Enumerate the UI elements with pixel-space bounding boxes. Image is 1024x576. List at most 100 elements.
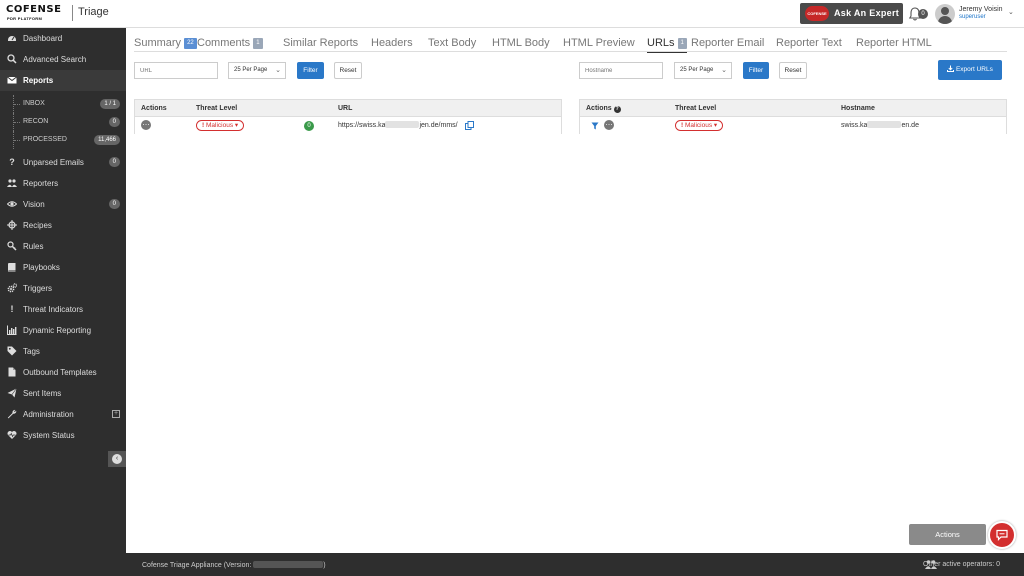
- ellipsis-icon[interactable]: …: [604, 119, 614, 130]
- ellipsis-icon[interactable]: …: [141, 119, 151, 130]
- sidebar-item-label: Recipes: [23, 221, 52, 230]
- tree-connector: [13, 131, 20, 149]
- table-header: Actions Threat Level URL: [135, 100, 561, 117]
- sidebar-item-recipes[interactable]: Recipes: [0, 215, 126, 236]
- redacted-text: [253, 561, 324, 568]
- tab-headers[interactable]: Headers: [371, 37, 413, 49]
- sidebar-item-rules[interactable]: Rules: [0, 236, 126, 257]
- tab-count: 1: [253, 38, 263, 49]
- sidebar-collapse-button[interactable]: ‹: [108, 451, 126, 467]
- hostname-filter-button[interactable]: Filter: [743, 62, 769, 79]
- tab-html-body[interactable]: HTML Body: [492, 37, 550, 49]
- export-label: Export URLs: [955, 66, 993, 73]
- book-icon: [7, 262, 17, 272]
- url-filter-button[interactable]: Filter: [297, 62, 324, 79]
- help-icon[interactable]: ?: [613, 106, 621, 113]
- help-chat-button[interactable]: [988, 521, 1016, 549]
- url-cell[interactable]: https://swiss.ka jen.de/mms/: [338, 121, 458, 129]
- host-end: en.de: [901, 122, 919, 129]
- export-urls-button[interactable]: Export URLs: [938, 60, 1002, 80]
- subitem-count: 0: [108, 117, 120, 127]
- sidebar-subitem-inbox[interactable]: INBOX 1 / 1: [0, 95, 126, 113]
- url-filter-input[interactable]: [134, 62, 218, 79]
- column-header-url[interactable]: URL: [338, 105, 352, 112]
- column-header-hostname[interactable]: Hostname: [841, 105, 875, 112]
- tab-similar-reports[interactable]: Similar Reports: [283, 37, 358, 49]
- hostname-per-page-select[interactable]: 25 Per Page ⌄: [674, 62, 732, 79]
- sidebar-item-label: Sent Items: [23, 389, 62, 398]
- crosshair-icon: [7, 220, 17, 230]
- urls-table: Actions Threat Level URL … ! Malicious ▾…: [134, 99, 562, 134]
- table-header: Actions ? Threat Level Hostname: [580, 100, 1006, 117]
- sidebar-subitem-recon[interactable]: RECON 0: [0, 113, 126, 131]
- file-icon: [7, 367, 17, 377]
- sidebar-item-vision[interactable]: Vision 0: [0, 194, 126, 215]
- tab-html-preview[interactable]: HTML Preview: [563, 37, 635, 49]
- sidebar-item-tags[interactable]: Tags: [0, 341, 126, 362]
- column-header-threat-level[interactable]: Threat Level: [675, 105, 716, 112]
- envelope-icon: [7, 75, 17, 85]
- column-header-threat-level[interactable]: Threat Level: [196, 105, 237, 112]
- hostname-filter-input[interactable]: [579, 62, 663, 79]
- filter-icon[interactable]: [591, 122, 599, 130]
- sidebar-item-label: Threat Indicators: [23, 305, 84, 314]
- sidebar-item-triggers[interactable]: Triggers: [0, 278, 126, 299]
- tag-icon: [7, 346, 17, 356]
- tab-comments[interactable]: Comments 1: [197, 37, 263, 49]
- url-reset-button[interactable]: Reset: [334, 62, 362, 79]
- user-role: superuser: [959, 14, 986, 20]
- sidebar-item-label: System Status: [23, 431, 75, 440]
- ask-expert-label: Ask An Expert: [834, 8, 900, 18]
- exclamation-icon: !: [681, 122, 684, 129]
- cofense-logo[interactable]: COFENSE PDR PLATFORM Triage: [6, 4, 126, 24]
- logo-subtitle: PDR PLATFORM: [7, 16, 43, 21]
- sidebar-item-dynamic-reporting[interactable]: Dynamic Reporting: [0, 320, 126, 341]
- tab-summary[interactable]: Summary 22: [134, 37, 197, 49]
- tab-text-body[interactable]: Text Body: [428, 37, 476, 49]
- tab-reporter-html[interactable]: Reporter HTML: [856, 37, 932, 49]
- table-row: … ! Malicious ▾ swiss.ka en.de: [580, 117, 1006, 134]
- sidebar-item-reports[interactable]: Reports: [0, 70, 126, 91]
- sidebar-item-label: Dynamic Reporting: [23, 326, 92, 335]
- rules-icon: [7, 241, 17, 251]
- sidebar-item-system-status[interactable]: System Status: [0, 425, 126, 446]
- sidebar-item-playbooks[interactable]: Playbooks: [0, 257, 126, 278]
- sidebar-item-label: Reporters: [23, 179, 59, 188]
- chevron-down-icon[interactable]: ⌄: [1008, 8, 1014, 16]
- threat-level-badge[interactable]: ! Malicious ▾: [196, 120, 245, 131]
- cofense-badge: COFENSE: [805, 6, 829, 21]
- tab-count: 1: [677, 38, 687, 49]
- sidebar-item-unparsed-emails[interactable]: ? Unparsed Emails 0: [0, 152, 126, 173]
- sidebar-item-advanced-search[interactable]: Advanced Search: [0, 49, 126, 70]
- sidebar-item-outbound-templates[interactable]: Outbound Templates: [0, 362, 126, 383]
- sidebar-item-label: Vision: [23, 200, 45, 209]
- url-per-page-select[interactable]: 25 Per Page ⌄: [228, 62, 286, 79]
- paper-plane-icon: [7, 388, 17, 398]
- hostname-reset-button[interactable]: Reset: [779, 62, 807, 79]
- sidebar-subitem-processed[interactable]: PROCESSED 11,466: [0, 131, 126, 149]
- sidebar-item-label: Reports: [23, 76, 54, 85]
- sidebar-item-threat-indicators[interactable]: ! Threat Indicators: [0, 299, 126, 320]
- copy-icon[interactable]: [465, 121, 474, 130]
- tab-reporter-email[interactable]: Reporter Email: [691, 37, 764, 49]
- hostname-cell[interactable]: swiss.ka en.de: [841, 121, 919, 129]
- per-page-value: 25 Per Page: [234, 67, 268, 73]
- sidebar-item-label: Dashboard: [23, 34, 63, 43]
- user-name[interactable]: Jeremy Voisin: [959, 6, 1003, 13]
- sidebar-item-sent-items[interactable]: Sent Items: [0, 383, 126, 404]
- sidebar-item-administration[interactable]: Administration +: [0, 404, 126, 425]
- expand-icon[interactable]: +: [112, 410, 120, 418]
- sidebar-item-dashboard[interactable]: Dashboard: [0, 28, 126, 49]
- actions-button[interactable]: Actions: [909, 524, 986, 545]
- exclamation-icon: !: [202, 122, 205, 129]
- tab-reporter-text[interactable]: Reporter Text: [776, 37, 842, 49]
- subitem-count: 11,466: [94, 135, 120, 145]
- ask-expert-button[interactable]: COFENSE Ask An Expert: [800, 3, 903, 24]
- sidebar-item-reporters[interactable]: Reporters: [0, 173, 126, 194]
- dashboard-icon: [7, 33, 17, 43]
- footer: Cofense Triage Appliance (Version: ) Oth…: [126, 553, 1024, 576]
- notifications-button[interactable]: 0: [909, 6, 929, 22]
- threat-level-text: Malicious: [205, 122, 234, 129]
- threat-level-badge[interactable]: ! Malicious ▾: [675, 120, 724, 131]
- avatar[interactable]: [935, 4, 955, 24]
